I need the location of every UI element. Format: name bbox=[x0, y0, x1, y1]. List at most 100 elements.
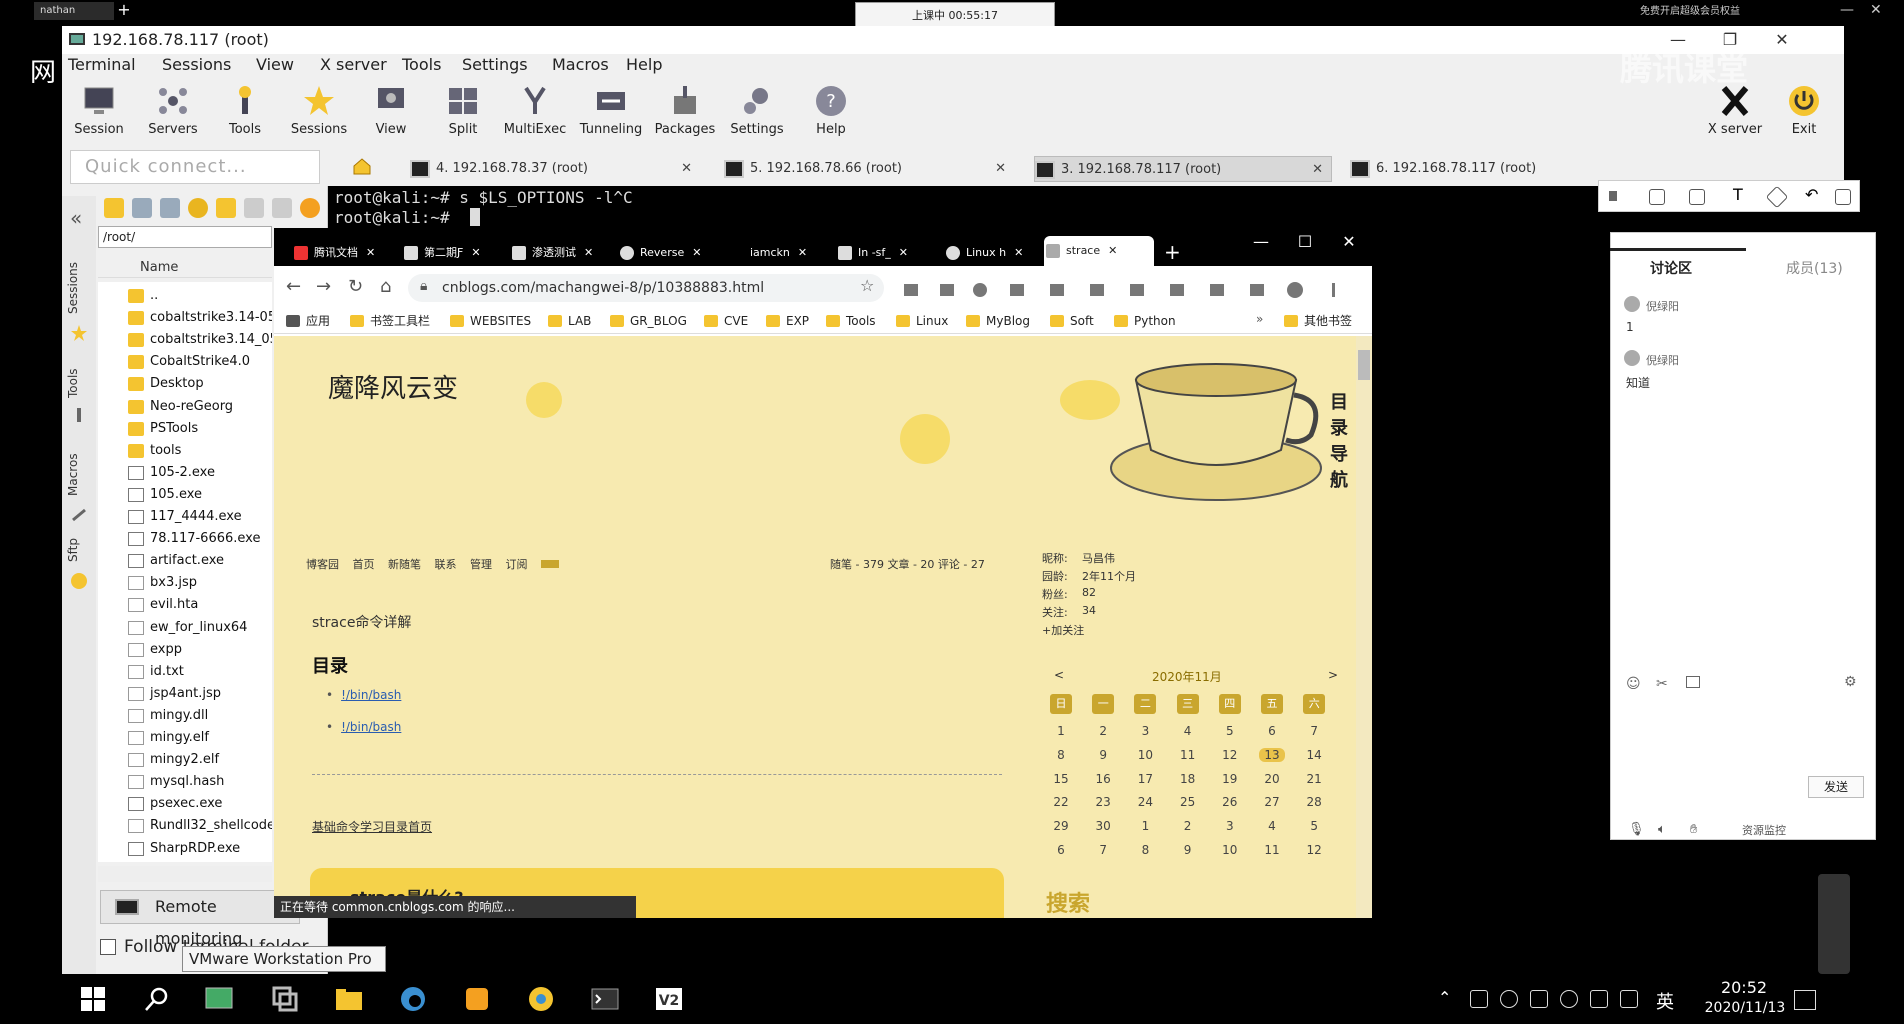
file-row[interactable]: artifact.exe bbox=[128, 551, 224, 571]
profile-value[interactable]: 2年11个月 bbox=[1082, 568, 1136, 584]
calendar-day[interactable]: 26 bbox=[1217, 795, 1243, 809]
calendar-day[interactable]: 16 bbox=[1090, 772, 1116, 786]
folder-up-icon[interactable] bbox=[104, 198, 124, 218]
exit-button[interactable]: Exit bbox=[1774, 84, 1834, 137]
calendar-day[interactable]: 24 bbox=[1132, 795, 1158, 809]
checkbox[interactable] bbox=[100, 939, 116, 955]
calendar-day[interactable]: 1 bbox=[1048, 724, 1074, 738]
reload-icon[interactable]: ↻ bbox=[348, 276, 363, 297]
new-folder-icon[interactable] bbox=[216, 198, 236, 218]
forward-icon[interactable]: → bbox=[316, 276, 331, 297]
calendar-day[interactable]: 5 bbox=[1217, 724, 1243, 738]
network-icon[interactable] bbox=[1620, 990, 1638, 1008]
close-icon[interactable]: ✕ bbox=[1764, 26, 1800, 54]
class-status-indicator[interactable]: 上课中 00:55:17 bbox=[855, 2, 1055, 28]
session-tab-5[interactable]: 5. 192.168.78.66 (root) ✕ bbox=[724, 156, 1014, 182]
sidebar-tab-tools[interactable]: Tools bbox=[66, 368, 80, 398]
quick-connect-input[interactable]: Quick connect... bbox=[70, 150, 320, 184]
chrome-tab[interactable]: 腾讯文档 ✕ bbox=[292, 242, 375, 264]
calendar-day[interactable]: 7 bbox=[1090, 843, 1116, 857]
calendar-day[interactable]: 18 bbox=[1175, 772, 1201, 786]
file-row[interactable]: mingy.dll bbox=[128, 706, 208, 726]
calendar-day[interactable]: 11 bbox=[1259, 843, 1285, 857]
image-icon[interactable] bbox=[1686, 676, 1700, 688]
chrome-tab[interactable]: iamckn ✕ bbox=[728, 242, 807, 264]
calendar-day[interactable]: 17 bbox=[1132, 772, 1158, 786]
chrome-maximize-icon[interactable]: ☐ bbox=[1290, 232, 1320, 251]
file-row[interactable]: Neo-reGeorg bbox=[128, 397, 233, 417]
menu-view[interactable]: View bbox=[256, 54, 294, 76]
network-device-icon[interactable] bbox=[1470, 990, 1488, 1008]
settings-icon[interactable]: ⚙ bbox=[1844, 674, 1857, 690]
extensions-icon[interactable] bbox=[900, 280, 1340, 300]
xserver-button[interactable]: X server bbox=[1700, 84, 1770, 137]
file-explorer-icon[interactable] bbox=[334, 984, 364, 1014]
file-row[interactable]: evil.hta bbox=[128, 595, 198, 615]
notification-icon[interactable] bbox=[1794, 990, 1816, 1010]
close-tab-icon[interactable]: ✕ bbox=[584, 246, 593, 259]
rss-icon[interactable] bbox=[541, 560, 559, 568]
calendar-day[interactable]: 2 bbox=[1090, 724, 1116, 738]
overlay-minimize-icon[interactable]: — bbox=[1840, 2, 1854, 18]
close-tab-icon[interactable]: ✕ bbox=[798, 246, 807, 259]
edge-icon[interactable] bbox=[398, 984, 428, 1014]
close-tab-icon[interactable]: ✕ bbox=[995, 156, 1006, 182]
calendar-day[interactable]: 8 bbox=[1132, 843, 1158, 857]
profile-value[interactable]: 34 bbox=[1082, 604, 1096, 617]
settings-icon[interactable] bbox=[300, 198, 320, 218]
calendar-day[interactable]: 30 bbox=[1090, 819, 1116, 833]
bookmarks-overflow-icon[interactable]: » bbox=[1256, 312, 1263, 326]
file-row[interactable]: 105.exe bbox=[128, 485, 202, 505]
toc-navigation-button[interactable]: 目录导航 bbox=[1326, 390, 1352, 494]
calendar-day[interactable]: 22 bbox=[1048, 795, 1074, 809]
close-tab-icon[interactable]: ✕ bbox=[1014, 246, 1023, 259]
collapse-chevron-icon[interactable]: « bbox=[70, 206, 82, 230]
top-tab[interactable]: nathan bbox=[34, 2, 114, 20]
toolbar-session-button[interactable]: Session bbox=[64, 84, 134, 137]
calendar-day[interactable]: 6 bbox=[1048, 843, 1074, 857]
bookmark-other[interactable]: 其他书签 bbox=[1284, 312, 1352, 330]
session-tab-3-active[interactable]: 3. 192.168.78.117 (root) ✕ bbox=[1034, 156, 1332, 182]
toolbar-packages-button[interactable]: Packages bbox=[650, 84, 720, 137]
sftp-horizontal-scrollbar[interactable] bbox=[98, 866, 272, 882]
battery-icon[interactable] bbox=[1590, 990, 1608, 1008]
calendar-day[interactable]: 11 bbox=[1175, 748, 1201, 762]
calendar-day[interactable]: 6 bbox=[1259, 724, 1285, 738]
calendar-day[interactable]: 12 bbox=[1301, 843, 1327, 857]
calendar-day[interactable]: 3 bbox=[1217, 819, 1243, 833]
pen-icon[interactable] bbox=[1649, 189, 1665, 205]
command-index-link[interactable]: 基础命令学习目录首页 bbox=[312, 818, 432, 835]
lock-icon[interactable]: 🔒︎ bbox=[420, 278, 427, 294]
new-file-icon[interactable] bbox=[244, 198, 264, 218]
calendar-day[interactable]: 13 bbox=[1259, 747, 1285, 762]
undo-icon[interactable]: ↶ bbox=[1805, 185, 1821, 204]
calendar-day[interactable]: 4 bbox=[1259, 819, 1285, 833]
menu-tools[interactable]: Tools bbox=[402, 54, 441, 76]
bookmark-folder[interactable]: Tools bbox=[826, 312, 876, 330]
file-row[interactable]: mysql.hash bbox=[128, 772, 224, 792]
members-tab[interactable]: 成员(13) bbox=[1786, 258, 1843, 278]
calendar-day[interactable]: 27 bbox=[1259, 795, 1285, 809]
upload-icon[interactable] bbox=[160, 198, 180, 218]
calendar-day[interactable]: 29 bbox=[1048, 819, 1074, 833]
sftp-path-input[interactable]: /root/ bbox=[98, 226, 272, 248]
file-row[interactable]: ew_for_linux64 bbox=[128, 618, 247, 638]
bookmark-star-icon[interactable]: ☆ bbox=[860, 276, 874, 295]
blog-title[interactable]: 魔降风云变 bbox=[328, 368, 458, 405]
calendar-day[interactable]: 3 bbox=[1132, 724, 1158, 738]
calendar-day[interactable]: 10 bbox=[1217, 843, 1243, 857]
calendar-prev-button[interactable]: < bbox=[1054, 668, 1064, 682]
nav-link[interactable]: 首页 bbox=[353, 558, 375, 571]
calendar-day[interactable]: 15 bbox=[1048, 772, 1074, 786]
calendar-day[interactable]: 2 bbox=[1175, 819, 1201, 833]
file-row[interactable]: jsp4ant.jsp bbox=[128, 684, 221, 704]
text-icon[interactable]: T bbox=[1733, 185, 1749, 204]
nav-link[interactable]: 订阅 bbox=[506, 558, 528, 571]
file-row[interactable]: mingy2.elf bbox=[128, 750, 219, 770]
page-scrollbar-thumb[interactable] bbox=[1358, 350, 1370, 380]
toolbar-tools-button[interactable]: Tools bbox=[210, 84, 280, 137]
mobaxterm-taskbar-icon[interactable] bbox=[204, 984, 234, 1014]
home-icon[interactable] bbox=[352, 156, 372, 176]
discussion-tab[interactable]: 讨论区 bbox=[1650, 258, 1692, 278]
post-title[interactable]: strace命令详解 bbox=[312, 612, 411, 632]
